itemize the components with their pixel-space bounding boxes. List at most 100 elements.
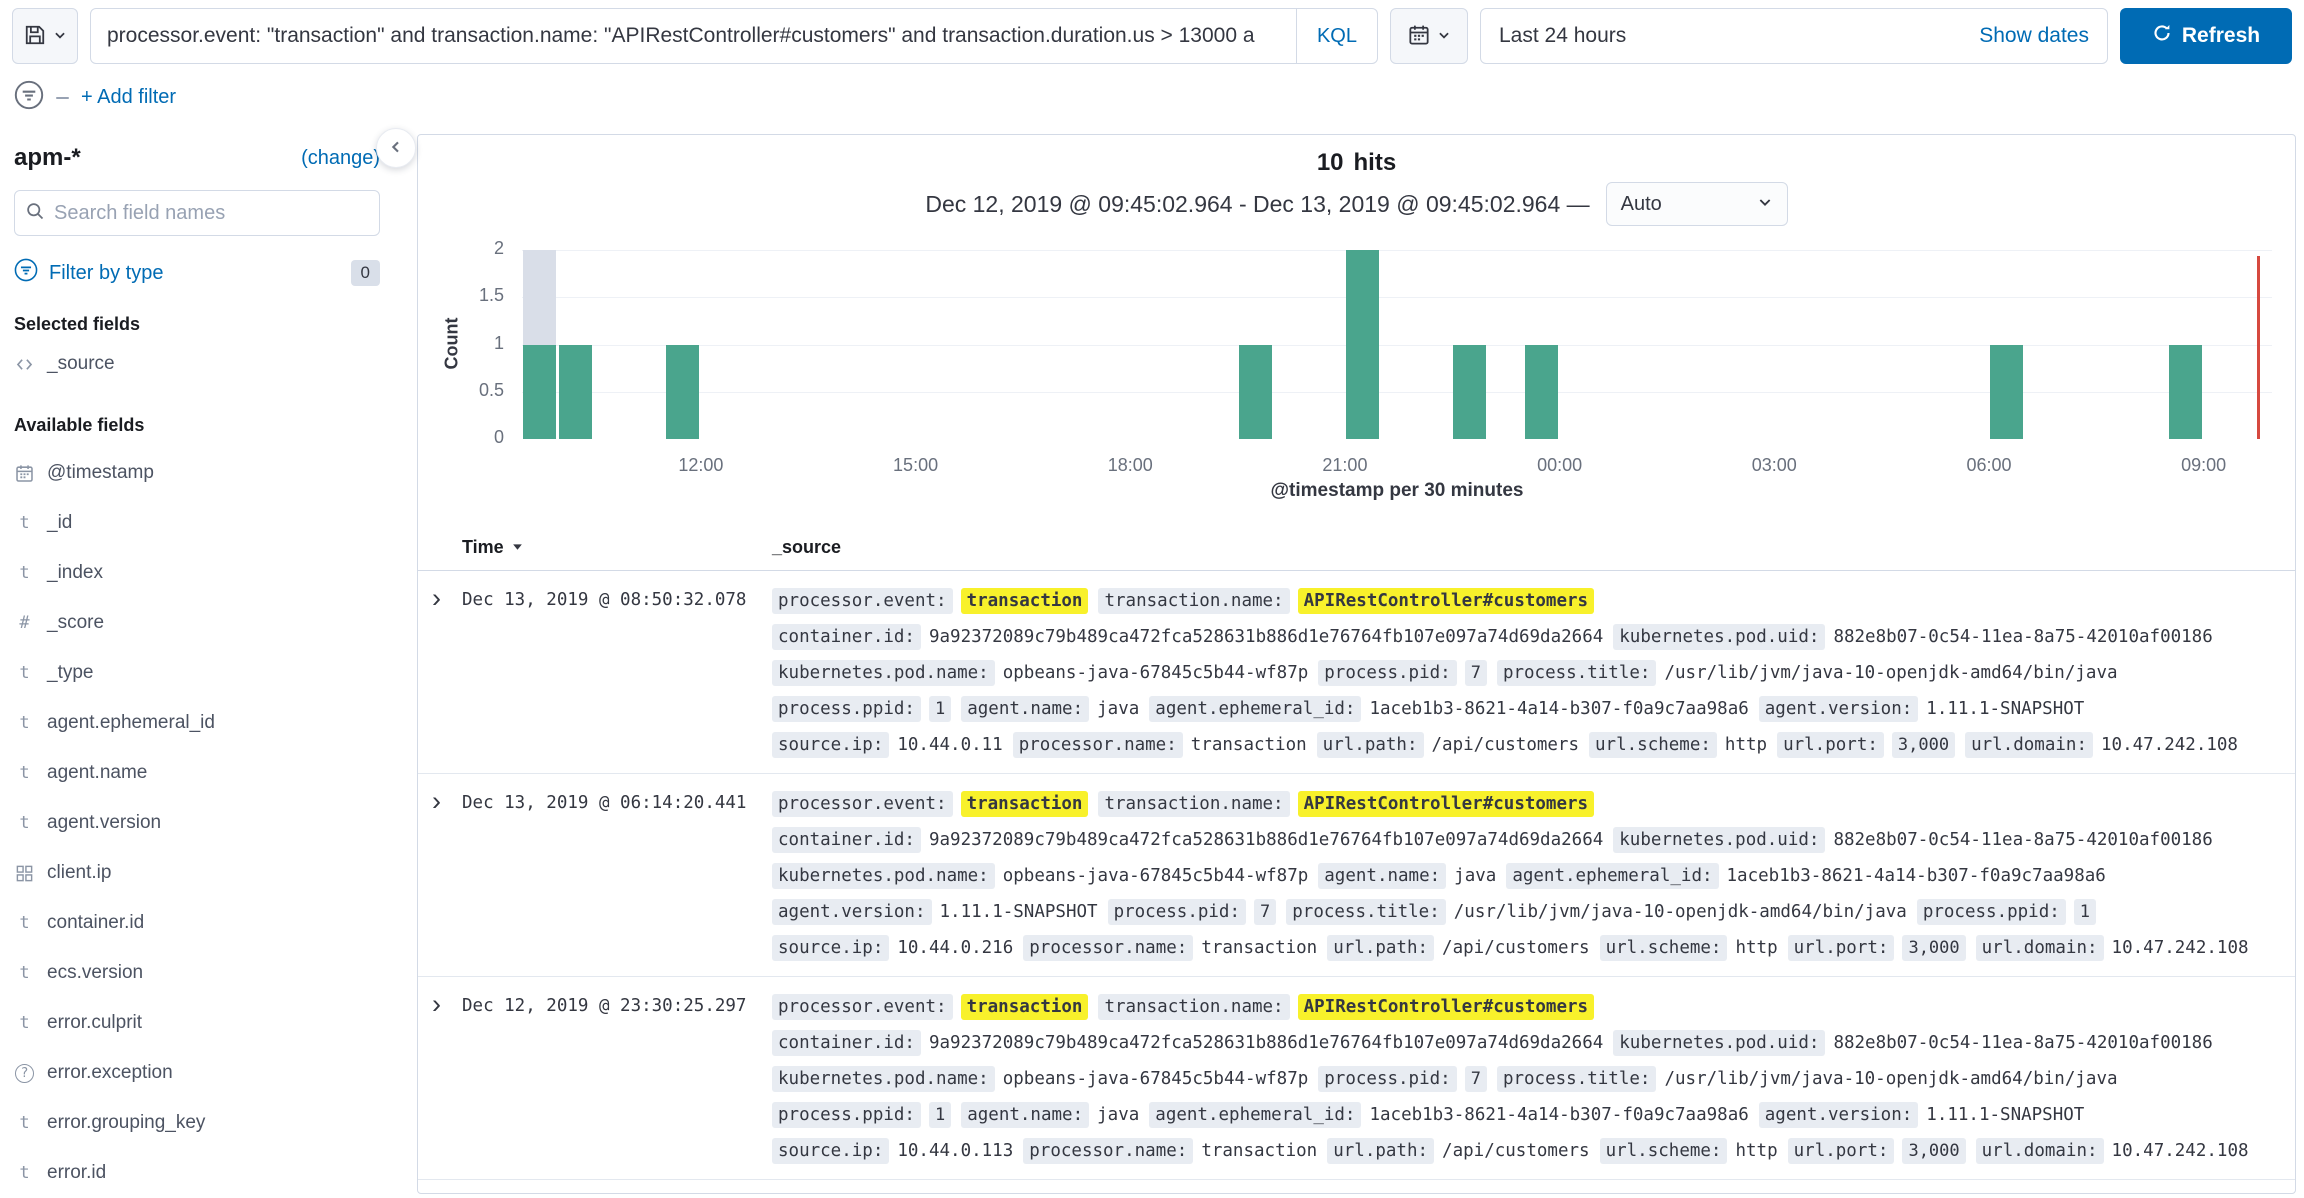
filter-by-type-toggle[interactable]: Filter by type 0 xyxy=(14,258,380,288)
field-name: process.ppid: xyxy=(772,696,921,722)
field-name: kubernetes.pod.name: xyxy=(772,1066,995,1092)
time-range-value[interactable]: Last 24 hours xyxy=(1499,24,1626,48)
query-input[interactable]: processor.event: "transaction" and trans… xyxy=(90,8,1378,64)
histogram-bar[interactable] xyxy=(1990,345,2023,440)
table-row: ›Dec 12, 2019 @ 23:30:25.297processor.ev… xyxy=(418,977,2295,1180)
x-axis-tick-label: 03:00 xyxy=(1734,455,1814,476)
expand-row-button[interactable]: › xyxy=(426,786,462,966)
field-name: kubernetes.pod.uid: xyxy=(1613,624,1825,650)
field-pair: url.scheme:http xyxy=(1600,1138,1778,1165)
field-item-agent.name[interactable]: tagent.name xyxy=(14,748,380,798)
show-dates-link[interactable]: Show dates xyxy=(1979,24,2089,48)
saved-query-button[interactable] xyxy=(12,8,78,64)
filter-bar: + Add filter xyxy=(14,80,176,115)
field-value: transaction xyxy=(961,994,1089,1020)
expand-row-button[interactable]: › xyxy=(426,583,462,763)
column-header-time[interactable]: Time xyxy=(462,537,772,558)
field-pair: process.title:/usr/lib/jvm/java-10-openj… xyxy=(1286,899,1907,926)
field-item-client.ip[interactable]: client.ip xyxy=(14,848,380,898)
field-name: transaction.name: xyxy=(1098,588,1289,614)
field-item-_index[interactable]: t_index xyxy=(14,548,380,598)
field-label: container.id xyxy=(47,912,144,934)
field-value: /api/customers xyxy=(1442,938,1590,958)
refresh-button[interactable]: Refresh xyxy=(2120,8,2292,64)
field-item-_source[interactable]: _source xyxy=(14,339,380,389)
field-label: agent.name xyxy=(47,762,147,784)
change-index-link[interactable]: (change) xyxy=(301,147,380,170)
field-name: url.path: xyxy=(1327,1138,1434,1164)
search-icon xyxy=(25,201,45,226)
field-value: 9a92372089c79b489ca472fca528631b886d1e76… xyxy=(929,627,1603,647)
field-pair: url.port:3,000 xyxy=(1788,935,1966,962)
histogram-chart[interactable]: Count @timestamp per 30 minutes 00.511.5… xyxy=(418,229,2295,521)
field-value: transaction xyxy=(1201,938,1317,958)
field-pair: url.port:3,000 xyxy=(1777,732,1955,759)
histogram-bar[interactable] xyxy=(2169,345,2202,440)
field-name: agent.name: xyxy=(961,1102,1089,1128)
field-pair: process.title:/usr/lib/jvm/java-10-openj… xyxy=(1497,660,2118,687)
field-value: java xyxy=(1097,1105,1139,1125)
histogram-bar[interactable] xyxy=(1346,250,1379,439)
field-label: @timestamp xyxy=(47,462,154,484)
field-value: 1aceb1b3-8621-4a14-b307-f0a9c7aa98a6 xyxy=(1727,866,2106,886)
field-name: processor.name: xyxy=(1023,1138,1193,1164)
histogram-bar[interactable] xyxy=(1239,345,1272,440)
field-name: process.ppid: xyxy=(772,1102,921,1128)
field-item-error.culprit[interactable]: terror.culprit xyxy=(14,998,380,1048)
chart-header: Dec 12, 2019 @ 09:45:02.964 - Dec 13, 20… xyxy=(418,181,2295,227)
query-text[interactable]: processor.event: "transaction" and trans… xyxy=(91,24,1296,48)
interval-select[interactable]: Auto xyxy=(1606,182,1788,226)
gridline xyxy=(522,250,2272,251)
x-axis-tick-label: 06:00 xyxy=(1949,455,2029,476)
field-value: 3,000 xyxy=(1902,1138,1965,1164)
field-pair: url.domain:10.47.242.108 xyxy=(1976,1138,2249,1165)
histogram-bar[interactable] xyxy=(559,345,592,440)
query-language-button[interactable]: KQL xyxy=(1296,9,1377,63)
field-pair: agent.ephemeral_id:1aceb1b3-8621-4a14-b3… xyxy=(1149,696,1748,723)
field-value: opbeans-java-67845c5b44-wf87p xyxy=(1003,866,1309,886)
histogram-bar[interactable] xyxy=(1453,345,1486,440)
field-name: url.port: xyxy=(1788,935,1895,961)
field-value: 10.44.0.11 xyxy=(897,735,1002,755)
discover-panel: 10hits Dec 12, 2019 @ 09:45:02.964 - Dec… xyxy=(417,134,2296,1194)
field-name: url.domain: xyxy=(1965,732,2093,758)
field-name: agent.ephemeral_id: xyxy=(1149,1102,1361,1128)
histogram-bar[interactable] xyxy=(523,345,556,440)
field-item-agent.ephemeral_id[interactable]: tagent.ephemeral_id xyxy=(14,698,380,748)
field-name: url.scheme: xyxy=(1589,732,1717,758)
field-value: 1 xyxy=(929,696,951,722)
field-item-_id[interactable]: t_id xyxy=(14,498,380,548)
field-item-_type[interactable]: t_type xyxy=(14,648,380,698)
field-item-@timestamp[interactable]: @timestamp xyxy=(14,448,380,498)
field-pair: transaction.name:APIRestController#custo… xyxy=(1098,791,1594,818)
field-pair: process.pid:7 xyxy=(1318,660,1487,687)
filter-menu-icon[interactable] xyxy=(14,80,44,115)
field-search-box xyxy=(14,190,380,236)
field-label: agent.ephemeral_id xyxy=(47,712,215,734)
field-search-input[interactable] xyxy=(54,202,369,225)
date-picker-button[interactable] xyxy=(1390,8,1468,64)
field-item-agent.version[interactable]: tagent.version xyxy=(14,798,380,848)
field-label: _index xyxy=(47,562,103,584)
expand-row-button[interactable]: › xyxy=(426,989,462,1169)
field-item-error.id[interactable]: terror.id xyxy=(14,1148,380,1198)
field-value: 3,000 xyxy=(1892,732,1955,758)
field-value: http xyxy=(1735,1141,1777,1161)
field-pair: agent.name:java xyxy=(1318,863,1496,890)
x-axis-tick-label: 18:00 xyxy=(1090,455,1170,476)
histogram-bar[interactable] xyxy=(666,345,699,440)
add-filter-link[interactable]: + Add filter xyxy=(81,86,176,109)
field-item-_score[interactable]: #_score xyxy=(14,598,380,648)
time-range-control[interactable]: Last 24 hours Show dates xyxy=(1480,8,2108,64)
field-item-error.grouping_key[interactable]: terror.grouping_key xyxy=(14,1098,380,1148)
field-pair: processor.name:transaction xyxy=(1023,1138,1317,1165)
field-pair: processor.event:transaction xyxy=(772,994,1088,1021)
field-item-ecs.version[interactable]: tecs.version xyxy=(14,948,380,998)
field-name: kubernetes.pod.name: xyxy=(772,863,995,889)
field-value: 7 xyxy=(1254,899,1276,925)
field-item-error.exception[interactable]: ?error.exception xyxy=(14,1048,380,1098)
field-value: 882e8b07-0c54-11ea-8a75-42010af00186 xyxy=(1833,830,2212,850)
histogram-bar[interactable] xyxy=(1525,345,1558,440)
collapse-sidebar-button[interactable] xyxy=(376,128,416,168)
field-item-container.id[interactable]: tcontainer.id xyxy=(14,898,380,948)
